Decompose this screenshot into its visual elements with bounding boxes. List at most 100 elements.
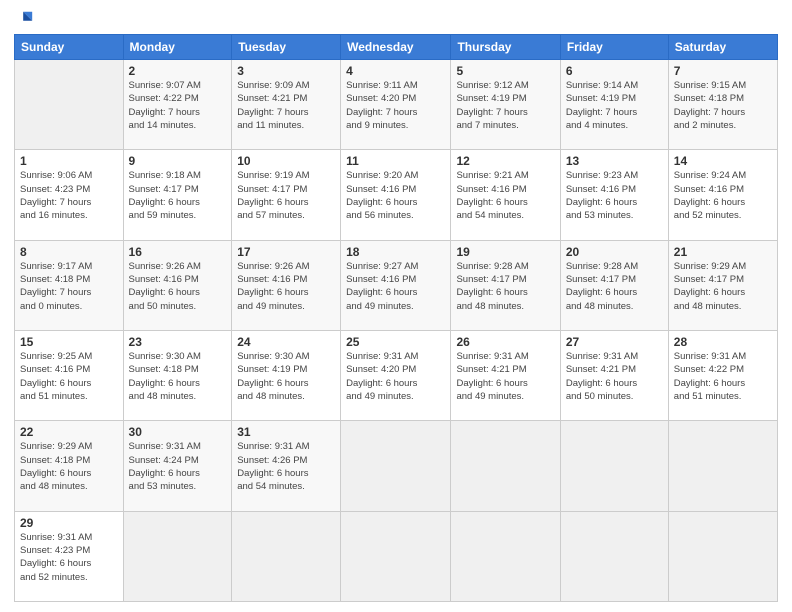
day-number: 13 [566, 154, 663, 168]
calendar-cell: 8Sunrise: 9:17 AMSunset: 4:18 PMDaylight… [15, 240, 124, 330]
calendar-cell: 28Sunrise: 9:31 AMSunset: 4:22 PMDayligh… [668, 330, 777, 420]
day-number: 14 [674, 154, 772, 168]
day-number: 15 [20, 335, 118, 349]
calendar-cell: 7Sunrise: 9:15 AMSunset: 4:18 PMDaylight… [668, 60, 777, 150]
calendar-cell: 11Sunrise: 9:20 AMSunset: 4:16 PMDayligh… [341, 150, 451, 240]
calendar-cell: 13Sunrise: 9:23 AMSunset: 4:16 PMDayligh… [560, 150, 668, 240]
day-info: Sunrise: 9:30 AMSunset: 4:18 PMDaylight:… [129, 350, 227, 403]
day-info: Sunrise: 9:31 AMSunset: 4:21 PMDaylight:… [566, 350, 663, 403]
page-header [14, 10, 778, 28]
day-info: Sunrise: 9:31 AMSunset: 4:22 PMDaylight:… [674, 350, 772, 403]
day-number: 16 [129, 245, 227, 259]
calendar-cell: 16Sunrise: 9:26 AMSunset: 4:16 PMDayligh… [123, 240, 232, 330]
calendar-cell: 14Sunrise: 9:24 AMSunset: 4:16 PMDayligh… [668, 150, 777, 240]
day-number: 22 [20, 425, 118, 439]
calendar-page: Sunday Monday Tuesday Wednesday Thursday… [0, 0, 792, 612]
day-info: Sunrise: 9:14 AMSunset: 4:19 PMDaylight:… [566, 79, 663, 132]
calendar-cell [560, 511, 668, 601]
calendar-cell [560, 421, 668, 511]
day-info: Sunrise: 9:18 AMSunset: 4:17 PMDaylight:… [129, 169, 227, 222]
day-info: Sunrise: 9:28 AMSunset: 4:17 PMDaylight:… [566, 260, 663, 313]
calendar-cell: 21Sunrise: 9:29 AMSunset: 4:17 PMDayligh… [668, 240, 777, 330]
calendar-cell: 9Sunrise: 9:18 AMSunset: 4:17 PMDaylight… [123, 150, 232, 240]
calendar-cell [341, 421, 451, 511]
calendar-cell [232, 511, 341, 601]
calendar-cell: 18Sunrise: 9:27 AMSunset: 4:16 PMDayligh… [341, 240, 451, 330]
day-info: Sunrise: 9:26 AMSunset: 4:16 PMDaylight:… [237, 260, 335, 313]
calendar-week-row: 2Sunrise: 9:07 AMSunset: 4:22 PMDaylight… [15, 60, 778, 150]
day-number: 20 [566, 245, 663, 259]
day-info: Sunrise: 9:31 AMSunset: 4:20 PMDaylight:… [346, 350, 445, 403]
day-number: 4 [346, 64, 445, 78]
header-friday: Friday [560, 35, 668, 60]
day-info: Sunrise: 9:29 AMSunset: 4:17 PMDaylight:… [674, 260, 772, 313]
day-info: Sunrise: 9:11 AMSunset: 4:20 PMDaylight:… [346, 79, 445, 132]
day-info: Sunrise: 9:31 AMSunset: 4:24 PMDaylight:… [129, 440, 227, 493]
day-number: 8 [20, 245, 118, 259]
day-number: 7 [674, 64, 772, 78]
day-info: Sunrise: 9:07 AMSunset: 4:22 PMDaylight:… [129, 79, 227, 132]
day-number: 21 [674, 245, 772, 259]
day-number: 27 [566, 335, 663, 349]
calendar-cell: 23Sunrise: 9:30 AMSunset: 4:18 PMDayligh… [123, 330, 232, 420]
calendar-week-row: 29Sunrise: 9:31 AMSunset: 4:23 PMDayligh… [15, 511, 778, 601]
day-info: Sunrise: 9:15 AMSunset: 4:18 PMDaylight:… [674, 79, 772, 132]
day-number: 24 [237, 335, 335, 349]
day-number: 9 [129, 154, 227, 168]
header-monday: Monday [123, 35, 232, 60]
calendar-cell: 4Sunrise: 9:11 AMSunset: 4:20 PMDaylight… [341, 60, 451, 150]
day-info: Sunrise: 9:24 AMSunset: 4:16 PMDaylight:… [674, 169, 772, 222]
day-number: 28 [674, 335, 772, 349]
day-number: 6 [566, 64, 663, 78]
calendar-cell: 15Sunrise: 9:25 AMSunset: 4:16 PMDayligh… [15, 330, 124, 420]
header-saturday: Saturday [668, 35, 777, 60]
calendar-cell [668, 511, 777, 601]
calendar-cell: 1Sunrise: 9:06 AMSunset: 4:23 PMDaylight… [15, 150, 124, 240]
calendar-cell: 17Sunrise: 9:26 AMSunset: 4:16 PMDayligh… [232, 240, 341, 330]
day-info: Sunrise: 9:25 AMSunset: 4:16 PMDaylight:… [20, 350, 118, 403]
day-number: 3 [237, 64, 335, 78]
header-wednesday: Wednesday [341, 35, 451, 60]
day-info: Sunrise: 9:12 AMSunset: 4:19 PMDaylight:… [456, 79, 554, 132]
day-number: 18 [346, 245, 445, 259]
calendar-week-row: 8Sunrise: 9:17 AMSunset: 4:18 PMDaylight… [15, 240, 778, 330]
calendar-cell: 20Sunrise: 9:28 AMSunset: 4:17 PMDayligh… [560, 240, 668, 330]
calendar-cell: 6Sunrise: 9:14 AMSunset: 4:19 PMDaylight… [560, 60, 668, 150]
day-info: Sunrise: 9:30 AMSunset: 4:19 PMDaylight:… [237, 350, 335, 403]
calendar-cell: 30Sunrise: 9:31 AMSunset: 4:24 PMDayligh… [123, 421, 232, 511]
calendar-week-row: 15Sunrise: 9:25 AMSunset: 4:16 PMDayligh… [15, 330, 778, 420]
logo [14, 10, 34, 28]
day-number: 10 [237, 154, 335, 168]
day-number: 12 [456, 154, 554, 168]
calendar-cell: 27Sunrise: 9:31 AMSunset: 4:21 PMDayligh… [560, 330, 668, 420]
day-number: 17 [237, 245, 335, 259]
day-number: 5 [456, 64, 554, 78]
day-info: Sunrise: 9:31 AMSunset: 4:26 PMDaylight:… [237, 440, 335, 493]
header-thursday: Thursday [451, 35, 560, 60]
day-number: 23 [129, 335, 227, 349]
calendar-cell [341, 511, 451, 601]
day-number: 11 [346, 154, 445, 168]
calendar-cell [123, 511, 232, 601]
day-info: Sunrise: 9:27 AMSunset: 4:16 PMDaylight:… [346, 260, 445, 313]
day-number: 1 [20, 154, 118, 168]
calendar-cell: 2Sunrise: 9:07 AMSunset: 4:22 PMDaylight… [123, 60, 232, 150]
header-sunday: Sunday [15, 35, 124, 60]
day-info: Sunrise: 9:06 AMSunset: 4:23 PMDaylight:… [20, 169, 118, 222]
calendar-cell: 31Sunrise: 9:31 AMSunset: 4:26 PMDayligh… [232, 421, 341, 511]
day-number: 30 [129, 425, 227, 439]
calendar-cell: 12Sunrise: 9:21 AMSunset: 4:16 PMDayligh… [451, 150, 560, 240]
logo-icon [16, 10, 34, 28]
calendar-cell: 19Sunrise: 9:28 AMSunset: 4:17 PMDayligh… [451, 240, 560, 330]
day-info: Sunrise: 9:09 AMSunset: 4:21 PMDaylight:… [237, 79, 335, 132]
calendar-cell: 29Sunrise: 9:31 AMSunset: 4:23 PMDayligh… [15, 511, 124, 601]
calendar-cell [15, 60, 124, 150]
day-number: 31 [237, 425, 335, 439]
day-number: 26 [456, 335, 554, 349]
calendar-cell [451, 511, 560, 601]
calendar-week-row: 22Sunrise: 9:29 AMSunset: 4:18 PMDayligh… [15, 421, 778, 511]
calendar-cell [668, 421, 777, 511]
day-number: 25 [346, 335, 445, 349]
calendar-cell [451, 421, 560, 511]
calendar-cell: 25Sunrise: 9:31 AMSunset: 4:20 PMDayligh… [341, 330, 451, 420]
